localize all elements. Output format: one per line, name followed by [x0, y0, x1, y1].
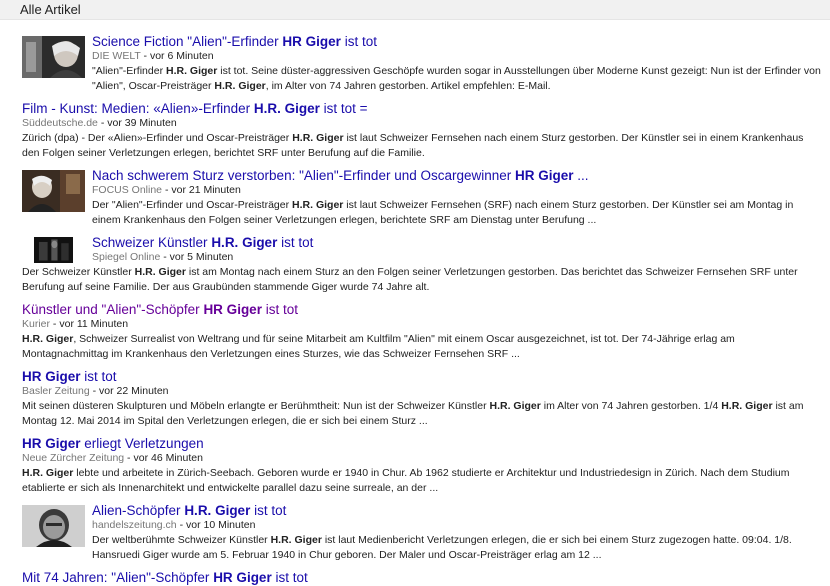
article-item: Schweizer Künstler H.R. Giger ist tot Sp…	[22, 234, 822, 295]
article-source: Neue Zürcher Zeitung - vor 46 Minuten	[22, 452, 203, 464]
article-time: vor 21 Minuten	[171, 184, 241, 196]
source-name: handelszeitung.ch	[92, 519, 177, 531]
article-item: HR Giger ist tot Basler Zeitung - vor 22…	[22, 368, 822, 429]
article-thumbnail[interactable]	[22, 36, 85, 78]
article-item: Künstler und "Alien"-Schöpfer HR Giger i…	[22, 301, 822, 362]
source-name: Kurier	[22, 318, 51, 330]
article-item: Mit 74 Jahren: "Alien"-Schöpfer HR Giger…	[22, 569, 822, 586]
article-source: Basler Zeitung - vor 22 Minuten	[22, 385, 169, 397]
article-snippet: Der weltberühmte Schweizer Künstler H.R.…	[92, 534, 792, 561]
article-time: vor 11 Minuten	[59, 318, 129, 330]
article-title-link[interactable]: Künstler und "Alien"-Schöpfer HR Giger i…	[22, 301, 822, 318]
article-snippet: Zürich (dpa) - Der «Alien»-Erfinder und …	[22, 132, 804, 159]
article-item: Film - Kunst: Medien: «Alien»-Erfinder H…	[22, 100, 822, 161]
article-snippet: Der Schweizer Künstler H.R. Giger ist am…	[22, 266, 798, 293]
article-thumbnail[interactable]	[22, 170, 85, 212]
article-item: HR Giger erliegt Verletzungen Neue Zürch…	[22, 435, 822, 496]
article-source: FOCUS Online - vor 21 Minuten	[92, 184, 241, 196]
article-source: Süddeutsche.de - vor 39 Minuten	[22, 117, 177, 129]
article-time: vor 46 Minuten	[133, 452, 203, 464]
source-name: Basler Zeitung	[22, 385, 90, 397]
article-snippet: Der "Alien"-Erfinder und Oscar-Preisträg…	[92, 199, 794, 226]
article-title-link[interactable]: HR Giger erliegt Verletzungen	[22, 435, 822, 452]
article-title-link[interactable]: Alien-Schöpfer H.R. Giger ist tot	[92, 502, 822, 519]
article-item: Nach schwerem Sturz verstorben: "Alien"-…	[22, 167, 822, 228]
section-header: Alle Artikel	[0, 0, 830, 20]
article-time: vor 39 Minuten	[107, 117, 177, 129]
article-title-link[interactable]: Schweizer Künstler H.R. Giger ist tot	[92, 234, 822, 251]
article-snippet: H.R. Giger, Schweizer Surrealist von Wel…	[22, 333, 735, 360]
source-name: Süddeutsche.de	[22, 117, 98, 129]
article-snippet: Mit seinen düsteren Skulpturen und Möbel…	[22, 400, 804, 427]
article-source: Kurier - vor 11 Minuten	[22, 318, 129, 330]
article-title-link[interactable]: Mit 74 Jahren: "Alien"-Schöpfer HR Giger…	[22, 569, 822, 586]
source-name: Spiegel Online	[92, 251, 161, 263]
article-snippet: H.R. Giger lebte und arbeitete in Zürich…	[22, 467, 790, 494]
article-time: vor 22 Minuten	[99, 385, 169, 397]
source-name: DIE WELT	[92, 50, 141, 62]
source-name: FOCUS Online	[92, 184, 163, 196]
article-title-link[interactable]: Nach schwerem Sturz verstorben: "Alien"-…	[92, 167, 822, 184]
article-title-link[interactable]: Film - Kunst: Medien: «Alien»-Erfinder H…	[22, 100, 822, 117]
article-time: vor 10 Minuten	[186, 519, 256, 531]
article-source: DIE WELT - vor 6 Minuten	[92, 50, 214, 62]
article-title-link[interactable]: HR Giger ist tot	[22, 368, 822, 385]
article-source: handelszeitung.ch - vor 10 Minuten	[92, 519, 256, 531]
article-snippet: "Alien"-Erfinder H.R. Giger ist tot. Sei…	[92, 65, 821, 92]
source-name: Neue Zürcher Zeitung	[22, 452, 125, 464]
article-item: Alien-Schöpfer H.R. Giger ist tot handel…	[22, 502, 822, 563]
section-title: Alle Artikel	[20, 2, 81, 17]
article-time: vor 5 Minuten	[169, 251, 234, 263]
article-thumbnail[interactable]	[22, 505, 85, 547]
article-title-link[interactable]: Science Fiction "Alien"-Erfinder HR Gige…	[92, 33, 822, 50]
article-item: Science Fiction "Alien"-Erfinder HR Gige…	[22, 33, 822, 94]
article-thumbnail[interactable]	[22, 237, 85, 263]
article-time: vor 6 Minuten	[149, 50, 214, 62]
article-source: Spiegel Online - vor 5 Minuten	[92, 251, 234, 263]
